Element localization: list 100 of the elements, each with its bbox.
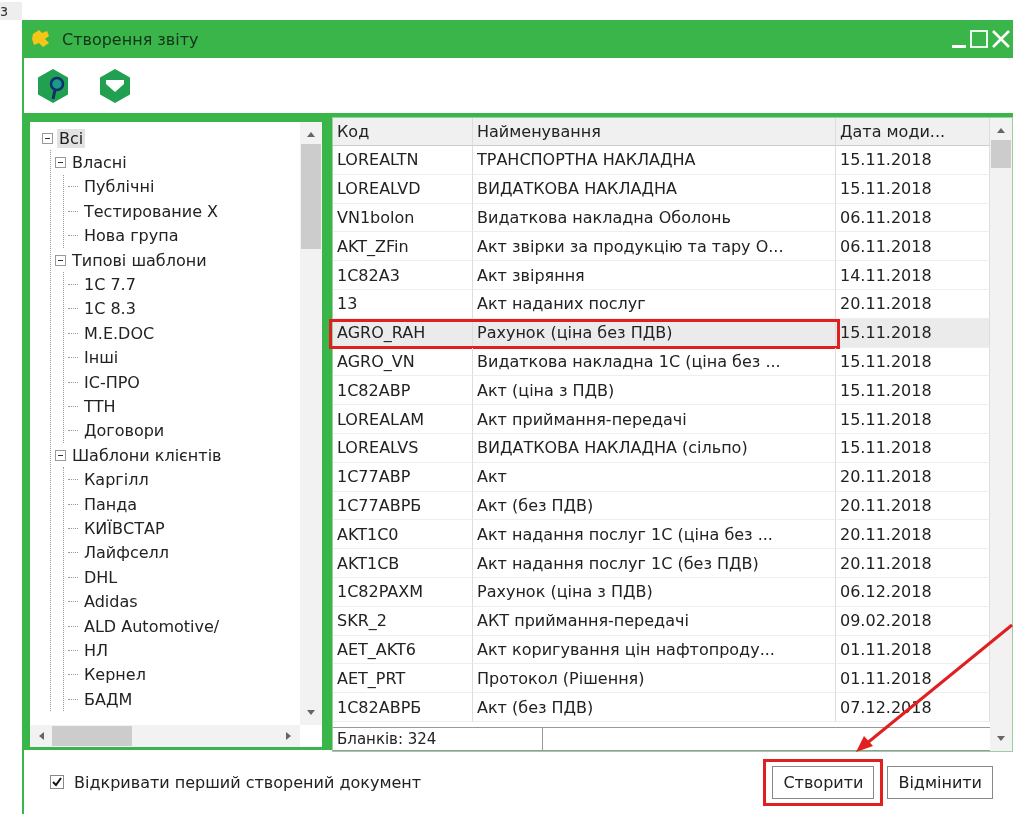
logo-icon — [30, 28, 52, 50]
table-cell: Видаткова накладна 1С (ціна без ... — [473, 347, 836, 377]
table-cell: LOREALVD — [333, 174, 473, 204]
checkbox[interactable] — [50, 775, 64, 789]
scroll-thumb[interactable] — [52, 726, 132, 746]
tree-item[interactable]: Інші — [82, 348, 121, 368]
table-cell: 1C82PAXM — [333, 577, 473, 607]
vertical-scrollbar[interactable] — [990, 118, 1012, 751]
tree-item[interactable]: ТТН — [82, 397, 118, 416]
tree-item[interactable]: M.E.DOC — [82, 323, 157, 343]
checkbox-label: Відкривати перший створений документ — [74, 772, 422, 792]
tree-item[interactable]: 1С 7.7 — [82, 275, 138, 295]
table-cell: AKT_ZFin — [333, 232, 473, 262]
tree-item[interactable]: Лайфселл — [82, 543, 171, 563]
table-row[interactable]: LOREALVS ВИДАТКОВА НАКЛАДНА (сільпо) 15.11.2018 — [333, 433, 990, 463]
tree-item[interactable]: Adidas — [82, 592, 140, 612]
table-cell: 1C82A3 — [333, 261, 473, 290]
table-cell: ВИДАТКОВА НАКЛАДНА — [473, 174, 836, 204]
table-row[interactable]: 1C82PAXM Рахунок (ціна з ПДВ) 06.12.2018 — [333, 577, 990, 607]
tree-item[interactable]: КИЇВСТАР — [82, 518, 167, 538]
collapse-icon[interactable] — [42, 132, 53, 144]
table-row[interactable]: 1C82A3 Акт звіряння 14.11.2018 — [333, 261, 990, 290]
scroll-thumb[interactable] — [991, 140, 1011, 168]
collapse-icon[interactable] — [55, 449, 66, 461]
table-cell: Рахунок (ціна з ПДВ) — [473, 577, 836, 607]
table-cell: AET_PRT — [333, 664, 473, 694]
column-header[interactable]: Код — [333, 118, 473, 146]
tree-item[interactable]: Каргілл — [82, 470, 151, 490]
vertical-scrollbar[interactable] — [300, 122, 322, 725]
table-cell: LOREALTN — [333, 146, 473, 175]
tree-item[interactable]: DHL — [82, 567, 120, 587]
horizontal-scrollbar[interactable] — [30, 725, 300, 747]
tree-item[interactable]: БАДМ — [82, 689, 135, 709]
table-cell: Видаткова накладна Оболонь — [473, 203, 836, 233]
table-row[interactable]: LOREALAM Акт приймання-передачі 15.11.2018 — [333, 405, 990, 434]
table-cell: AET_AKT6 — [333, 635, 473, 665]
table-row[interactable]: AKT1CB Акт надання послуг 1С (без ПДВ) 20.11.2018 — [333, 549, 990, 578]
table-cell: Акт наданих послуг — [473, 290, 836, 319]
table-cell: Акт коригування цін нафтопроду... — [473, 635, 836, 665]
table-cell: Акт надання послуг 1С (ціна без ... — [473, 520, 836, 550]
table-cell: AKT1CB — [333, 549, 473, 578]
table-cell: VN1bolon — [333, 203, 473, 233]
collapse-icon[interactable] — [55, 157, 66, 169]
scroll-thumb[interactable] — [301, 144, 321, 249]
table-row[interactable]: AET_AKT6 Акт коригування цін нафтопроду... 01.11.2018 — [333, 635, 990, 665]
column-header[interactable]: Найменування — [473, 118, 836, 146]
table-cell: Акт (без ПДВ) — [473, 693, 836, 722]
tree-item[interactable]: IC-ПРО — [82, 372, 142, 392]
table-cell: Акт звірки за продукцію та тару О... — [473, 232, 836, 262]
close-icon[interactable] — [991, 28, 1011, 50]
background-window-text: з — [0, 2, 22, 20]
table-row[interactable]: AET_PRT Протокол (Рішення) 01.11.2018 — [333, 664, 990, 694]
filter-icon[interactable] — [98, 67, 132, 104]
table-cell: AGRO_VN — [333, 347, 473, 377]
table-cell: 1C77ABP — [333, 462, 473, 492]
table-row[interactable]: SKR_2 АКТ приймання-передачі 09.02.2018 — [333, 606, 990, 636]
table-row[interactable]: 1C77ABPБ Акт (без ПДВ) 20.11.2018 — [333, 491, 990, 521]
tree-item[interactable]: ALD Automotive/ — [82, 616, 222, 636]
tree-item[interactable]: Тестирование X — [82, 201, 221, 221]
table-cell: 1C82ABPБ — [333, 693, 473, 722]
table-row[interactable]: AKT_ZFin Акт звірки за продукцію та тару О... 06.11.2018 — [333, 232, 990, 262]
window-title: Створення звіту — [62, 29, 200, 49]
tree-item[interactable]: Типові шаблони — [70, 250, 209, 270]
tree-item[interactable]: Договори — [82, 421, 167, 441]
collapse-icon[interactable] — [55, 254, 66, 266]
table-cell: Акт — [473, 462, 836, 492]
tree-item[interactable]: Кернел — [82, 665, 148, 685]
table-cell: SKR_2 — [333, 606, 473, 636]
table-row[interactable]: LOREALVD ВИДАТКОВА НАКЛАДНА 15.11.2018 — [333, 174, 990, 204]
tree-item[interactable]: Панда — [82, 494, 140, 514]
table-row[interactable]: AKT1C0 Акт надання послуг 1С (ціна без ... 20.11.2018 — [333, 520, 990, 550]
table-cell: ТРАНСПОРТНА НАКЛАДНА — [473, 146, 836, 175]
table-cell: 13 — [333, 290, 473, 319]
table-row[interactable]: AGRO_VN Видаткова накладна 1С (ціна без ... 15.11.2018 — [333, 347, 990, 377]
table-cell: 1C77ABPБ — [333, 491, 473, 521]
tree-item[interactable]: 1С 8.3 — [82, 299, 138, 319]
record-count: Бланків: 324 — [333, 728, 543, 750]
table-row[interactable]: 1C77ABP Акт 20.11.2018 — [333, 462, 990, 492]
tree-item[interactable]: Всі — [57, 128, 86, 148]
table-cell: Акт приймання-передачі — [473, 405, 836, 434]
dialog-button[interactable]: Відмінити — [887, 765, 993, 799]
search-icon[interactable] — [36, 67, 70, 104]
table-row[interactable]: LOREALTN ТРАНСПОРТНА НАКЛАДНА 15.11.2018 — [333, 146, 990, 175]
tree-item[interactable]: Нова група — [82, 226, 181, 246]
table-cell: LOREALVS — [333, 433, 473, 463]
tree-item[interactable]: Власні — [70, 153, 129, 173]
table-cell: AKT1C0 — [333, 520, 473, 550]
tree-item[interactable]: Публічні — [82, 177, 157, 197]
table-row[interactable]: 13 Акт наданих послуг 20.11.2018 — [333, 290, 990, 319]
dialog-button[interactable]: Створити — [772, 765, 875, 799]
table-row[interactable]: 1C82ABP Акт (ціна з ПДВ) 15.11.2018 — [333, 376, 990, 406]
tree-item[interactable]: НЛ — [82, 640, 111, 660]
table-cell: Акт (без ПДВ) — [473, 491, 836, 521]
table-cell: Протокол (Рішення) — [473, 664, 836, 694]
table-cell: АКТ приймання-передачі — [473, 606, 836, 636]
tree-item[interactable]: Шаблони клієнтів — [70, 445, 224, 465]
table-cell: Акт звіряння — [473, 261, 836, 290]
table-cell: AGRO_RAH — [333, 318, 473, 348]
table-row[interactable]: VN1bolon Видаткова накладна Оболонь 06.11.2018 — [333, 203, 990, 233]
table-cell: LOREALAM — [333, 405, 473, 434]
